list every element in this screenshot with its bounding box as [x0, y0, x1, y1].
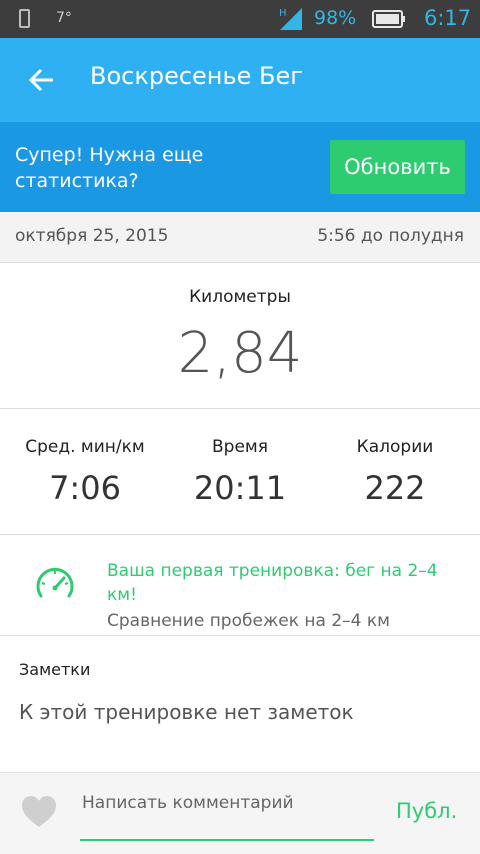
- upgrade-message: Супер! Нужна еще статистика?: [15, 144, 204, 192]
- duration-label: Время: [212, 437, 268, 457]
- upgrade-banner: Супер! Нужна еще статистика? Обновить: [0, 122, 480, 212]
- speedometer-icon: [36, 567, 74, 598]
- publish-button[interactable]: Публ.: [396, 799, 457, 823]
- status-bar: 7° H 98% 6:17: [0, 0, 480, 38]
- battery-icon: [372, 10, 405, 28]
- workout-datetime-bar: октября 25, 2015 5:56 до полудня: [0, 212, 480, 263]
- page-title: Воскресенье Бег: [90, 62, 303, 90]
- pace-label: Сред. мин/км: [25, 437, 145, 457]
- signal-icon: H: [279, 8, 302, 30]
- comment-input[interactable]: Написать комментарий: [80, 789, 374, 841]
- svg-text:H: H: [279, 8, 287, 19]
- notes-section: Заметки К этой тренировке нет заметок: [0, 636, 480, 773]
- calories-label: Калории: [356, 437, 434, 457]
- heart-icon[interactable]: [21, 795, 57, 829]
- temperature: 7°: [56, 10, 72, 26]
- pace-stat: Сред. мин/км 7:06: [5, 437, 165, 507]
- duration-value: 20:11: [193, 469, 287, 507]
- comment-bar: Написать комментарий Публ.: [0, 773, 480, 854]
- app-bar: Воскресенье Бег: [0, 38, 480, 122]
- comment-placeholder: Написать комментарий: [82, 793, 294, 813]
- update-button[interactable]: Обновить: [330, 140, 465, 194]
- distance-value: 2,84: [177, 321, 303, 386]
- phone-icon: [19, 9, 30, 28]
- achievement-card[interactable]: Ваша первая тренировка: бег на 2–4 км! С…: [0, 535, 480, 636]
- duration-stat: Время 20:11: [160, 437, 320, 507]
- notes-empty-text: К этой тренировке нет заметок: [19, 700, 354, 724]
- workout-date: октября 25, 2015: [15, 226, 169, 246]
- battery-percent: 98%: [314, 7, 357, 29]
- calories-value: 222: [364, 469, 426, 507]
- notes-label: Заметки: [19, 660, 91, 679]
- clock: 6:17: [424, 6, 472, 30]
- achievement-subtitle: Сравнение пробежек на 2–4 км: [107, 611, 390, 631]
- arrow-left-icon[interactable]: [28, 66, 56, 94]
- distance-label: Километры: [189, 287, 291, 307]
- calories-stat: Калории 222: [315, 437, 475, 507]
- stats-row: Сред. мин/км 7:06 Время 20:11 Калории 22…: [0, 409, 480, 535]
- workout-time: 5:56 до полудня: [317, 226, 464, 246]
- distance-section: Километры 2,84: [0, 263, 480, 409]
- achievement-title: Ваша первая тренировка: бег на 2–4 км!: [107, 561, 438, 605]
- pace-value: 7:06: [49, 469, 121, 507]
